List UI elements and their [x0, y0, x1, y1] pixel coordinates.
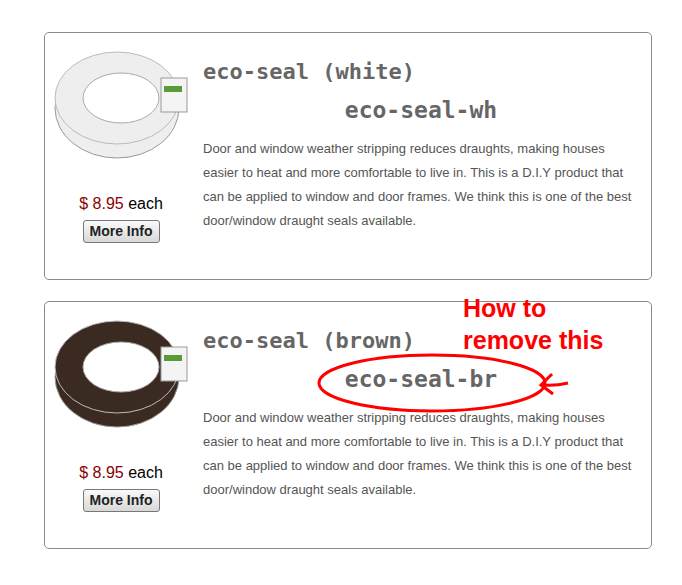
- product-details: eco-seal (white) eco-seal-wh Door and wind…: [197, 33, 651, 279]
- price: $ 8.95 each: [79, 463, 163, 483]
- more-info-button[interactable]: More Info: [83, 489, 160, 512]
- page: $ 8.95 eachMore Infoeco-seal (white)eco-…: [0, 0, 682, 585]
- product-description: Door and window weather stripping reduce…: [203, 137, 639, 233]
- price-currency: $: [79, 464, 88, 481]
- product-aside: $ 8.95 each More Info: [45, 33, 197, 279]
- product-image[interactable]: [51, 315, 191, 430]
- price-amount: 8.95: [93, 464, 124, 481]
- product-description: Door and window weather stripping reduce…: [203, 406, 639, 502]
- product-card: $ 8.95 eachMore Infoeco-seal (white)eco-…: [44, 32, 652, 280]
- annotation-line: remove this: [463, 324, 603, 356]
- product-image[interactable]: [51, 46, 191, 161]
- product-list: $ 8.95 eachMore Infoeco-seal (white)eco-…: [0, 0, 682, 549]
- price-unit: each: [128, 195, 163, 212]
- product-code: eco-seal-wh: [203, 95, 639, 125]
- annotation-note: How toremove this: [463, 292, 603, 356]
- product-code: eco-seal-br: [203, 364, 639, 394]
- price: $ 8.95 each: [79, 194, 163, 214]
- price-amount: 8.95: [93, 195, 124, 212]
- price-currency: $: [79, 195, 88, 212]
- price-unit: each: [128, 464, 163, 481]
- annotation-drawing: [0, 0, 682, 585]
- product-title: eco-seal (white): [203, 57, 639, 87]
- more-info-button[interactable]: More Info: [83, 220, 160, 243]
- annotation-line: How to: [463, 292, 603, 324]
- product-aside: $ 8.95 each More Info: [45, 302, 197, 548]
